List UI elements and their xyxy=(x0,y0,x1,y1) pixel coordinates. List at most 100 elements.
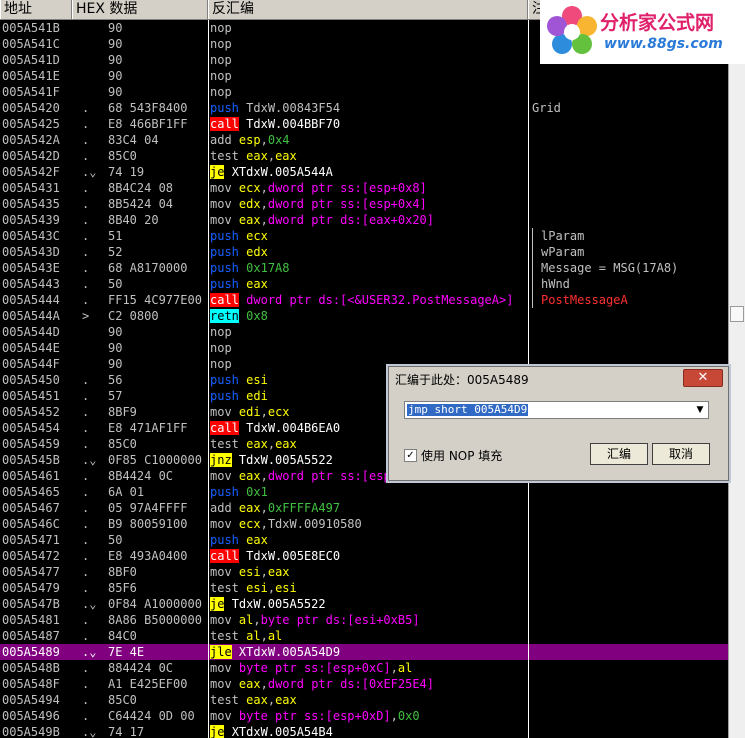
disasm-row[interactable]: 005A5487. 84C0 test al,al xyxy=(0,628,728,644)
disasm-row[interactable]: 005A543E. 68 A8170000 push 0x17A8 Message =… xyxy=(0,260,728,276)
row-hex-bytes: 83C4 04 xyxy=(108,133,159,147)
row-hex-bytes: 90 xyxy=(108,37,123,51)
disasm-row[interactable]: 005A548F. A1 E425EF00 mov eax,dword ptr ds… xyxy=(0,676,728,692)
operand-space xyxy=(224,725,231,738)
disasm-row[interactable]: 005A548B. 884424 0C mov byte ptr ss:[esp+0… xyxy=(0,660,728,676)
disasm-row[interactable]: 005A542A. 83C4 04 add esp,0x4 xyxy=(0,132,728,148)
mnemonic: mov xyxy=(210,709,232,723)
disasm-row[interactable]: 005A5467. 05 97A4FFFF add eax,0xFFFFA497 xyxy=(0,500,728,516)
column-disassembly[interactable]: 反汇编 xyxy=(208,0,528,19)
operand: , xyxy=(253,613,261,627)
disasm-row[interactable]: 005A5439. 8B40 20 mov eax,dword ptr ds:[ea… xyxy=(0,212,728,228)
mnemonic: test xyxy=(210,149,239,163)
disasm-row[interactable]: 005A5471. 50 push eax xyxy=(0,532,728,548)
row-address: 005A5444 xyxy=(2,293,60,307)
operand: ,TdxW.00910580 xyxy=(260,517,362,531)
disasm-row[interactable]: 005A544E 90 nop xyxy=(0,340,728,356)
disasm-row[interactable]: 005A5494. 85C0 test eax,eax xyxy=(0,692,728,708)
mnemonic: test xyxy=(210,629,239,643)
scrollbar-thumb[interactable] xyxy=(730,306,744,322)
row-address: 005A5420 xyxy=(2,101,60,115)
assembly-input-value[interactable]: jmp short 005A54D9 xyxy=(407,404,529,416)
row-jump-marker: .⌄ xyxy=(82,453,97,467)
row-hex-bytes: 8B4424 0C xyxy=(108,469,174,483)
disasm-row[interactable]: 005A542D. 85C0 test eax,eax xyxy=(0,148,728,164)
disasm-row[interactable]: 005A5444. FF15 4C977E00 call dword ptr ds:… xyxy=(0,292,728,308)
operand: , xyxy=(260,629,268,643)
column-address[interactable]: 地址 xyxy=(0,0,72,19)
vertical-scrollbar[interactable] xyxy=(728,0,745,738)
disasm-row[interactable]: 005A5443. 50 push eax hWnd xyxy=(0,276,728,292)
disasm-row[interactable]: 005A5425. E8 466BF1FF call TdxW.004BBF70 xyxy=(0,116,728,132)
flower-logo-icon xyxy=(547,6,597,54)
disasm-row[interactable]: 005A543C. 51 push ecx lParam xyxy=(0,228,728,244)
disasm-row[interactable]: 005A5481. 8A86 B5000000 mov al,byte ptr ds… xyxy=(0,612,728,628)
operand: , xyxy=(260,181,268,195)
mnemonic: nop xyxy=(210,341,232,355)
row-jump-marker: . xyxy=(82,277,90,291)
operand: , xyxy=(267,693,276,707)
row-instruction: mov eax,dword ptr ds:[eax+0x20] xyxy=(210,212,528,228)
assemble-button[interactable]: 汇编 xyxy=(590,443,648,465)
row-jump-marker: . xyxy=(82,613,90,627)
row-comment xyxy=(532,324,728,340)
disasm-row[interactable]: 005A5465. 6A 01 push 0x1 xyxy=(0,484,728,500)
logo-url: www.88gs.com xyxy=(604,36,723,52)
row-instruction: call dword ptr ds:[<&USER32.PostMessageA… xyxy=(210,292,528,308)
close-button[interactable]: ✕ xyxy=(683,369,723,387)
operand: eax xyxy=(246,149,268,163)
row-address: 005A541D xyxy=(2,53,60,67)
row-jump-marker: > xyxy=(82,309,90,323)
operand: eax xyxy=(267,565,290,579)
operand: dword ptr ds:[0xEF25E4] xyxy=(267,677,435,691)
disasm-row[interactable]: 005A541F 90 nop xyxy=(0,84,728,100)
row-address: 005A5439 xyxy=(2,213,60,227)
column-hex[interactable]: HEX 数据 xyxy=(72,0,208,19)
row-jump-marker: . xyxy=(82,485,90,499)
row-address: 005A5459 xyxy=(2,437,60,451)
operand: , xyxy=(260,133,268,147)
row-address: 005A5489 xyxy=(2,645,60,659)
operand: , xyxy=(390,709,398,723)
disasm-row[interactable]: 005A547B .⌄ 0F84 A1000000 je TdxW.005A5522 xyxy=(0,596,728,612)
disasm-row[interactable]: 005A5489 .⌄ 7E 4E jle XTdxW.005A54D9 xyxy=(0,644,728,660)
disasm-row[interactable]: 005A5472. E8 493A0400 call TdxW.005E8EC0 xyxy=(0,548,728,564)
row-jump-marker: . xyxy=(82,661,90,675)
row-address: 005A5454 xyxy=(2,421,60,435)
disasm-row[interactable]: 005A544D 90 nop xyxy=(0,324,728,340)
disasm-row[interactable]: 005A5435. 8B5424 04 mov edx,dword ptr ss:[… xyxy=(0,196,728,212)
row-comment xyxy=(532,580,728,596)
disasm-row[interactable]: 005A544A > C2 0800 retn 0x8 xyxy=(0,308,728,324)
mnemonic: push xyxy=(210,101,239,115)
operand: TdxW.00843F54 xyxy=(246,101,341,115)
row-address: 005A5431 xyxy=(2,181,60,195)
operand: dword ptr ss:[esp+0x8] xyxy=(267,181,427,195)
disasm-row[interactable]: 005A5420. 68 543F8400 push TdxW.00843F54 Gr… xyxy=(0,100,728,116)
operand: TdxW.005E8EC0 xyxy=(246,549,341,563)
nop-fill-checkbox[interactable]: ✓ xyxy=(404,449,417,462)
row-comment xyxy=(532,212,728,228)
disasm-row[interactable]: 005A5496. C64424 0D 00 mov byte ptr ss:[es… xyxy=(0,708,728,724)
row-jump-marker: . xyxy=(82,469,90,483)
row-comment xyxy=(532,724,728,738)
disasm-row[interactable]: 005A5479. 85F6 test esi,esi xyxy=(0,580,728,596)
row-hex-bytes: 85F6 xyxy=(108,581,137,595)
disasm-row[interactable]: 005A5431. 8B4C24 08 mov ecx,dword ptr ss:[… xyxy=(0,180,728,196)
chevron-down-icon[interactable]: ▼ xyxy=(693,403,707,417)
operand: 0x17A8 xyxy=(246,261,290,275)
disasm-row[interactable]: 005A542F .⌄ 74 19 je XTdxW.005A544A xyxy=(0,164,728,180)
row-hex-bytes: 8BF0 xyxy=(108,565,137,579)
assembly-input[interactable]: jmp short 005A54D9 ▼ xyxy=(404,401,709,419)
disasm-row[interactable]: 005A546C. B9 80059100 mov ecx,TdxW.0091058… xyxy=(0,516,728,532)
mnemonic: push xyxy=(210,261,239,275)
operand: eax xyxy=(238,501,261,515)
cancel-button[interactable]: 取消 xyxy=(652,443,710,465)
mnemonic: nop xyxy=(210,357,232,371)
row-jump-marker xyxy=(82,84,106,100)
disasm-row[interactable]: 005A549B .⌄ 74 17 je XTdxW.005A54B4 xyxy=(0,724,728,738)
disasm-row[interactable]: 005A541E 90 nop xyxy=(0,68,728,84)
disasm-row[interactable]: 005A543D. 52 push edx wParam xyxy=(0,244,728,260)
nop-fill-label[interactable]: 使用 NOP 填充 xyxy=(421,447,502,464)
row-address: 005A546C xyxy=(2,517,60,531)
disasm-row[interactable]: 005A5477. 8BF0 mov esi,eax xyxy=(0,564,728,580)
